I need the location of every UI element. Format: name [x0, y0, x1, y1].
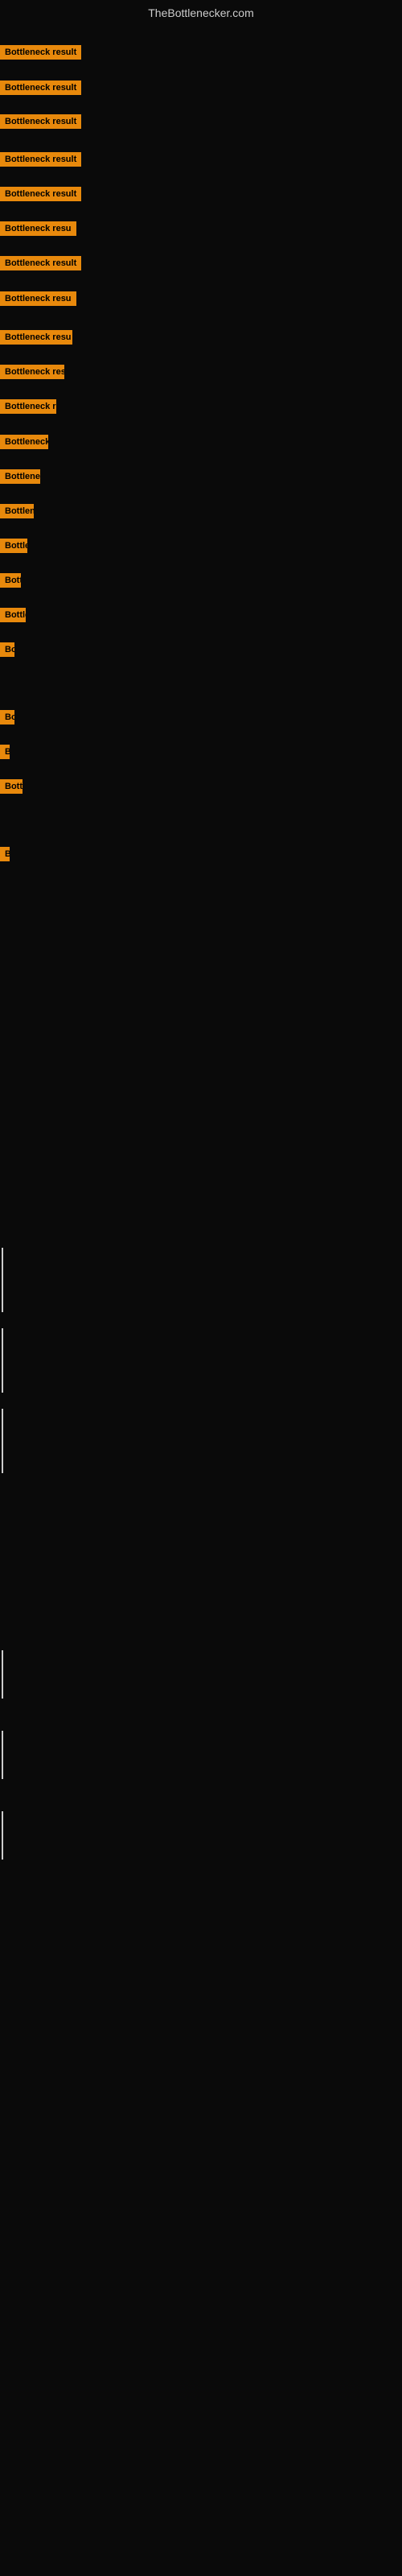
bottleneck-badge-row: Bottleneck resu — [0, 365, 64, 383]
bottleneck-badge-row: Bottleneck res — [0, 469, 40, 488]
bottleneck-badge-row: Bottleneck result — [0, 114, 81, 133]
bottleneck-badge-row: B — [0, 847, 10, 865]
bottleneck-badge-row: Bo — [0, 710, 14, 729]
bottleneck-result-badge[interactable]: Bott — [0, 573, 21, 588]
bottleneck-result-badge[interactable]: Bottleneck resu — [0, 291, 76, 306]
bottleneck-result-badge[interactable]: Bottleneck resu — [0, 221, 76, 236]
vertical-line — [2, 1731, 3, 1779]
bottleneck-badge-row: Bottleneck result — [0, 187, 81, 205]
bottleneck-result-badge[interactable]: Bottleneck re — [0, 504, 34, 518]
bottleneck-result-badge[interactable]: Bottleneck result — [0, 187, 81, 201]
bottleneck-result-badge[interactable]: Bottleneck result — [0, 45, 81, 60]
vertical-line — [2, 1328, 3, 1393]
bottleneck-result-badge[interactable]: Bottleneck res — [0, 469, 40, 484]
bottleneck-badge-row: Bottlene — [0, 608, 26, 626]
vertical-line — [2, 1650, 3, 1699]
bottleneck-result-badge[interactable]: Bottleneck resu — [0, 330, 72, 345]
bottleneck-badge-row: Bottleneck resu — [0, 399, 56, 418]
bottleneck-result-badge[interactable]: B — [0, 847, 10, 861]
bottleneck-result-badge[interactable]: B — [0, 745, 10, 759]
bottleneck-badge-row: Bottleneck result — [0, 45, 81, 64]
bottleneck-result-badge[interactable]: Bottleneck result — [0, 256, 81, 270]
bottleneck-result-badge[interactable]: Bottleneck result — [0, 152, 81, 167]
bottleneck-badge-row: Bottlenec — [0, 539, 27, 557]
bottleneck-badge-row: Bo — [0, 642, 14, 661]
bottleneck-result-badge[interactable]: Bo — [0, 642, 14, 657]
bottleneck-badge-row: Bottleneck resu — [0, 330, 72, 349]
vertical-line — [2, 1248, 3, 1312]
bottleneck-result-badge[interactable]: Bottl — [0, 779, 23, 794]
bottleneck-result-badge[interactable]: Bo — [0, 710, 14, 724]
bottleneck-badge-row: Bottleneck res — [0, 435, 48, 453]
bottleneck-badge-row: Bottl — [0, 779, 23, 798]
bottleneck-result-badge[interactable]: Bottleneck resu — [0, 399, 56, 414]
bottleneck-result-badge[interactable]: Bottleneck resu — [0, 365, 64, 379]
vertical-line — [2, 1811, 3, 1860]
bottleneck-badge-row: B — [0, 745, 10, 763]
bottleneck-badge-row: Bottleneck resu — [0, 291, 76, 310]
bottleneck-badge-row: Bottleneck result — [0, 256, 81, 275]
bottleneck-badge-row: Bottleneck resu — [0, 221, 76, 240]
bottleneck-result-badge[interactable]: Bottleneck result — [0, 114, 81, 129]
site-title: TheBottlenecker.com — [0, 0, 402, 23]
bottleneck-badge-row: Bott — [0, 573, 21, 592]
bottleneck-result-badge[interactable]: Bottlene — [0, 608, 26, 622]
vertical-line — [2, 1409, 3, 1473]
bottleneck-badge-row: Bottleneck re — [0, 504, 34, 522]
bottleneck-result-badge[interactable]: Bottleneck result — [0, 80, 81, 95]
bottleneck-badge-row: Bottleneck result — [0, 80, 81, 99]
bottleneck-result-badge[interactable]: Bottleneck res — [0, 435, 48, 449]
bottleneck-badge-row: Bottleneck result — [0, 152, 81, 171]
bottleneck-result-badge[interactable]: Bottlenec — [0, 539, 27, 553]
